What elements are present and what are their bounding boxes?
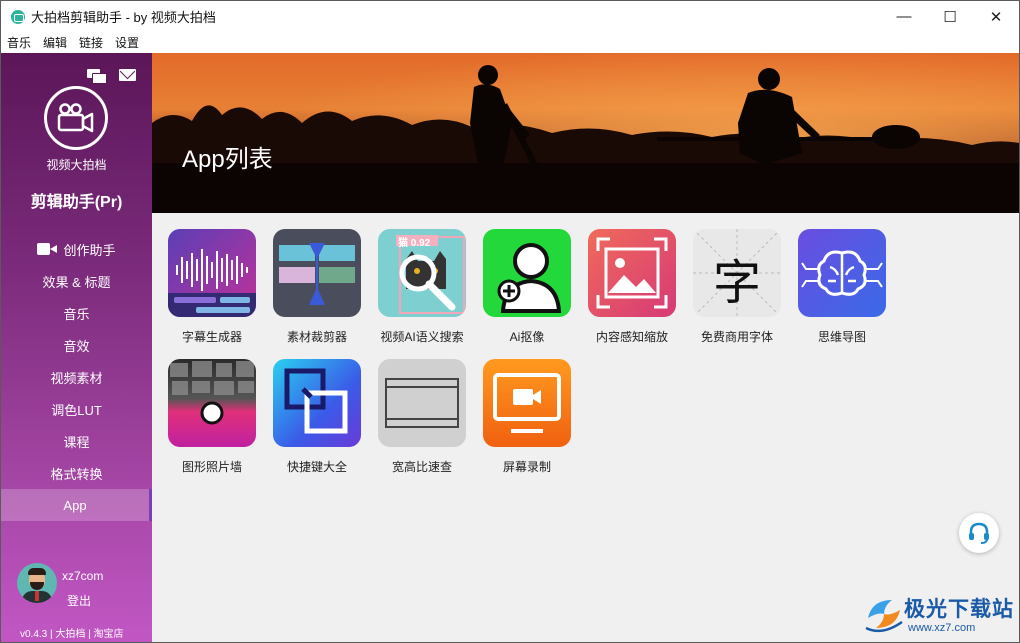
menu-music[interactable]: 音乐: [7, 34, 31, 51]
version-footer[interactable]: v0.4.3 | 大拍档 | 淘宝店: [20, 625, 124, 640]
person-cutout-icon: [483, 229, 571, 317]
app-tile-aspect-ratio[interactable]: 宽高比速查: [377, 359, 467, 475]
sidebar-item-color-lut[interactable]: 调色LUT: [1, 393, 152, 425]
sidebar-item-sound-effects[interactable]: 音效: [1, 329, 152, 361]
app-tile-clip-trimmer[interactable]: 素材裁剪器: [272, 229, 362, 345]
close-button[interactable]: ✕: [973, 1, 1019, 32]
product-name: 剪辑助手(Pr): [30, 194, 123, 211]
shortcut-icon: [273, 359, 361, 447]
image-scale-icon: [588, 229, 676, 317]
sidebar-item-courses[interactable]: 课程: [1, 425, 152, 457]
mail-icon[interactable]: [119, 67, 137, 83]
customer-support-button[interactable]: [959, 513, 999, 553]
headset-icon: [969, 522, 989, 544]
app-tile-label: Ai抠像: [509, 330, 545, 344]
main-content: App列表 字幕生成器 素材裁剪器 猫 0.92 视频AI语义搜索 Ai抠像 内…: [152, 53, 1019, 642]
menu-edit[interactable]: 编辑: [43, 34, 67, 51]
maximize-button[interactable]: ☐: [927, 1, 973, 32]
app-tile-photo-wall[interactable]: 图形照片墙: [167, 359, 257, 475]
app-tile-label: 思维导图: [817, 330, 866, 344]
app-tile-label: 素材裁剪器: [286, 330, 347, 344]
app-tile-mind-map[interactable]: 思维导图: [797, 229, 887, 345]
app-tile-label: 快捷键大全: [286, 460, 347, 474]
window-title: 大拍档剪辑助手 - by 视频大拍档: [31, 10, 216, 25]
app-tile-label: 内容感知缩放: [595, 330, 668, 344]
app-tile-free-fonts[interactable]: 字 免费商用字体: [692, 229, 782, 345]
app-tile-label: 屏幕录制: [502, 460, 551, 474]
chat-icon[interactable]: [87, 67, 107, 84]
page-title: App列表: [182, 146, 273, 173]
sidebar-item-video-footage[interactable]: 视频素材: [1, 361, 152, 393]
app-tile-label: 宽高比速查: [391, 460, 452, 474]
clip-trimmer-icon: [273, 229, 361, 317]
sidebar-item-effects-titles[interactable]: 效果 & 标题: [1, 265, 152, 297]
watermark-title: 极光下载站: [904, 598, 1014, 621]
brand-label: 视频大拍档: [46, 158, 107, 172]
photo-wall-icon: [168, 359, 256, 447]
app-tile-label: 图形照片墙: [181, 460, 242, 474]
menu-links[interactable]: 链接: [79, 34, 103, 51]
brand-logo: [44, 86, 108, 150]
banner: App列表: [152, 53, 1019, 213]
sidebar-item-creation-assistant[interactable]: 创作助手: [1, 233, 152, 265]
app-window: 大拍档剪辑助手 - by 视频大拍档 — ☐ ✕ 音乐 编辑 链接 设置 视频大…: [0, 0, 1020, 643]
avatar[interactable]: [17, 563, 57, 603]
watermark-url: www.xz7.com: [908, 622, 976, 634]
subtitle-waveform-icon: [168, 229, 256, 317]
app-tile-ai-cutout[interactable]: Ai抠像: [482, 229, 572, 345]
font-icon: 字: [693, 229, 781, 317]
app-tile-subtitle-generator[interactable]: 字幕生成器: [167, 229, 257, 345]
app-tile-content-aware-scale[interactable]: 内容感知缩放: [587, 229, 677, 345]
banner-sunset-image: [152, 53, 1019, 213]
sidebar-nav: 创作助手 效果 & 标题 音乐 音效 视频素材 调色LUT 课程 格式转换 Ap…: [1, 233, 152, 521]
minimize-button[interactable]: —: [881, 1, 927, 32]
title-bar[interactable]: 大拍档剪辑助手 - by 视频大拍档 — ☐ ✕: [1, 1, 1019, 32]
brain-mindmap-icon: [798, 229, 886, 317]
app-tile-label: 字幕生成器: [181, 330, 242, 344]
app-tile-screen-record[interactable]: 屏幕录制: [482, 359, 572, 475]
camera-people-icon: [57, 103, 94, 133]
watermark: 极光下载站 www.xz7.com: [862, 588, 1019, 642]
font-glyph: 字: [712, 255, 761, 311]
app-tile-ai-search[interactable]: 猫 0.92 视频AI语义搜索: [377, 229, 467, 345]
menu-bar: 音乐 编辑 链接 设置: [1, 32, 1019, 53]
app-logo-icon: [11, 9, 25, 24]
sidebar-item-app[interactable]: App: [1, 489, 152, 521]
username: xz7com: [62, 569, 104, 583]
watermark-logo-icon: [865, 600, 903, 633]
app-tile-shortcuts[interactable]: 快捷键大全: [272, 359, 362, 475]
aspect-ratio-icon: [378, 359, 466, 447]
menu-settings[interactable]: 设置: [115, 34, 139, 51]
app-tile-label: 免费商用字体: [700, 330, 773, 344]
sidebar-item-format-convert[interactable]: 格式转换: [1, 457, 152, 489]
ai-search-icon: 猫 0.92: [378, 229, 466, 317]
camera-icon: [37, 243, 58, 255]
user-area: xz7com 登出: [17, 563, 147, 613]
ai-confidence-badge: 猫 0.92: [398, 238, 431, 249]
sidebar-item-label: 创作助手: [63, 242, 116, 258]
app-tile-label: 视频AI语义搜索: [380, 330, 464, 344]
screen-record-icon: [483, 359, 571, 447]
logout-link[interactable]: 登出: [67, 592, 91, 609]
sidebar: 视频大拍档 剪辑助手(Pr) 创作助手 效果 & 标题 音乐 音效 视频素材 调…: [1, 53, 152, 642]
sidebar-item-music[interactable]: 音乐: [1, 297, 152, 329]
